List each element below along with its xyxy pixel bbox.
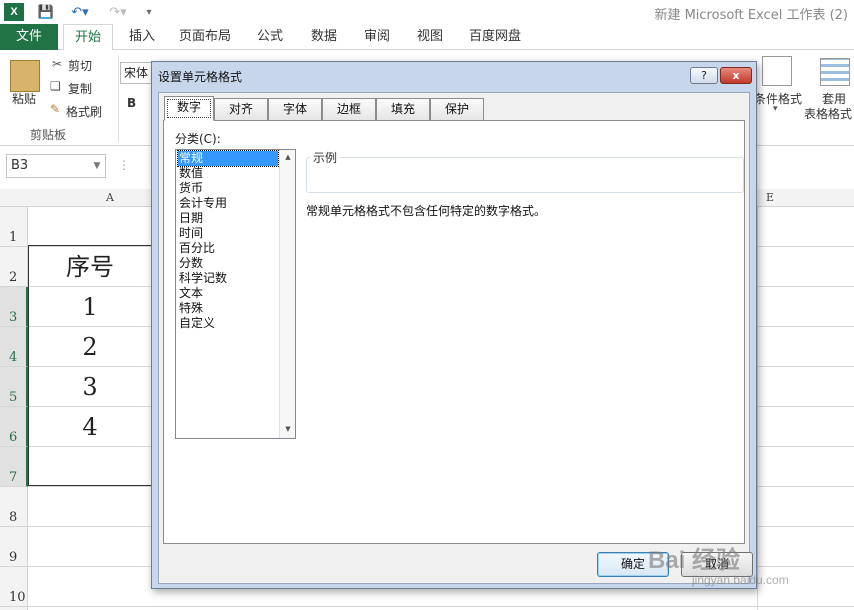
cell-a5[interactable]: 3 [29,367,151,407]
category-item[interactable]: 日期 [178,211,278,226]
close-button[interactable]: x [720,67,752,84]
cell-a3[interactable]: 1 [29,287,151,327]
tab-home[interactable]: 开始 [63,24,113,51]
cell-a2[interactable]: 序号 [29,247,151,287]
dialog-body: 数字 对齐 字体 边框 填充 保护 分类(C): 常规 数值 货币 会计专用 日期 时间百… [158,92,753,584]
row-header[interactable]: 4 [0,327,28,367]
watermark-text: Bai 经验 [648,547,741,574]
number-tab-panel: 分类(C): 常规 数值 货币 会计专用 日期 时间 百分比 分数 科学记数 文本 特殊 自定义 ▲ … [163,120,745,544]
tab-view[interactable]: 视图 [408,24,452,50]
save-icon[interactable]: 💾 [36,2,56,22]
baidu-jingyan-watermark: Bai 经验 jingyan.baidu.com [648,540,854,600]
category-item[interactable]: 自定义 [178,316,278,331]
undo-icon[interactable]: ↶▾ [66,2,94,22]
category-scrollbar[interactable]: ▲ ▼ [279,150,295,438]
sample-label: 示例 [310,149,341,166]
category-item[interactable]: 百分比 [178,241,278,256]
format-painter-button[interactable]: 格式刷 [66,103,102,120]
copy-icon: ❏ [50,79,61,93]
category-item[interactable]: 时间 [178,226,278,241]
name-box-dropdown-icon[interactable]: ▼ [88,154,106,178]
row-header[interactable]: 10 [0,567,28,607]
bold-button[interactable]: B [127,96,136,110]
category-item[interactable]: 数值 [178,166,278,181]
category-list[interactable]: 常规 数值 货币 会计专用 日期 时间 百分比 分数 科学记数 文本 特殊 自定义 ▲ ▼ [175,149,296,439]
formula-bar-handle-icon[interactable]: ⋮ [116,154,132,178]
format-cells-dialog: 设置单元格格式 ? x 数字 对齐 字体 边框 填充 保护 分类(C): 常规数… [151,61,757,589]
tab-font[interactable]: 字体 [268,98,322,120]
table-format-label-2[interactable]: 表格格式 [804,105,852,122]
tab-alignment[interactable]: 对齐 [214,98,268,120]
category-item[interactable]: 文本 [178,286,278,301]
table-format-icon[interactable] [820,58,850,86]
cut-button[interactable]: 剪切 [68,57,92,74]
title-bar: X 💾 ↶▾ ↷▾ ▾ 新建 Microsoft Excel 工作表 (2) [0,0,854,24]
row-header[interactable]: 2 [0,247,28,287]
row-header[interactable]: 6 [0,407,28,447]
watermark-url: jingyan.baidu.com [692,573,789,587]
tab-file[interactable]: 文件 [0,24,58,50]
scroll-up-icon[interactable]: ▲ [280,150,296,164]
category-item[interactable]: 会计专用 [178,196,278,211]
tab-protection[interactable]: 保护 [430,98,484,120]
tab-review[interactable]: 审阅 [355,24,399,50]
chevron-down-icon[interactable]: ▾ [773,104,778,114]
scissors-icon: ✂ [52,57,63,71]
row-header[interactable]: 3 [0,287,28,327]
conditional-format-icon[interactable] [762,56,792,86]
format-description: 常规单元格格式不包含任何特定的数字格式。 [306,204,547,218]
tab-insert[interactable]: 插入 [120,24,164,50]
row-header[interactable]: 8 [0,487,28,527]
row-header[interactable]: 9 [0,527,28,567]
help-button[interactable]: ? [690,67,718,84]
sample-box [306,157,744,193]
row-header[interactable]: 1 [0,207,28,247]
cell-a4[interactable]: 2 [29,327,151,367]
copy-button[interactable]: 复制 [68,80,92,97]
tab-formulas[interactable]: 公式 [248,24,292,50]
category-item[interactable]: 科学记数 [178,271,278,286]
format-painter-icon: ✎ [50,102,61,116]
tab-page-layout[interactable]: 页面布局 [172,24,238,50]
tab-number[interactable]: 数字 [164,96,214,121]
excel-logo-icon: X [4,3,24,21]
window-title: 新建 Microsoft Excel 工作表 (2) [654,8,848,23]
category-item[interactable]: 货币 [178,181,278,196]
tab-baidu-netdisk[interactable]: 百度网盘 [462,24,528,50]
category-item[interactable]: 分数 [178,256,278,271]
group-divider [118,56,119,142]
tab-data[interactable]: 数据 [302,24,346,50]
row-header[interactable]: 7 [0,447,28,487]
dialog-title: 设置单元格格式 [158,70,243,84]
customize-toolbar-icon[interactable]: ▾ [142,2,156,22]
category-item[interactable]: 常规 [177,150,279,167]
conditional-format-button[interactable]: 条件格式 [754,90,802,107]
row-header[interactable]: 5 [0,367,28,407]
tab-fill[interactable]: 填充 [376,98,430,120]
cell-a6[interactable]: 4 [29,407,151,447]
redo-icon[interactable]: ↷▾ [104,2,132,22]
category-item[interactable]: 特殊 [178,301,278,316]
clipboard-group-label: 剪贴板 [30,128,67,142]
grid-line [28,606,854,607]
scroll-down-icon[interactable]: ▼ [280,422,296,436]
paste-icon[interactable] [10,60,40,92]
category-label: 分类(C): [175,132,221,146]
paste-button[interactable]: 粘贴 [12,90,36,107]
tab-border[interactable]: 边框 [322,98,376,120]
ribbon-tabs: 文件 开始 插入 页面布局 公式 数据 审阅 视图 百度网盘 [0,24,854,51]
